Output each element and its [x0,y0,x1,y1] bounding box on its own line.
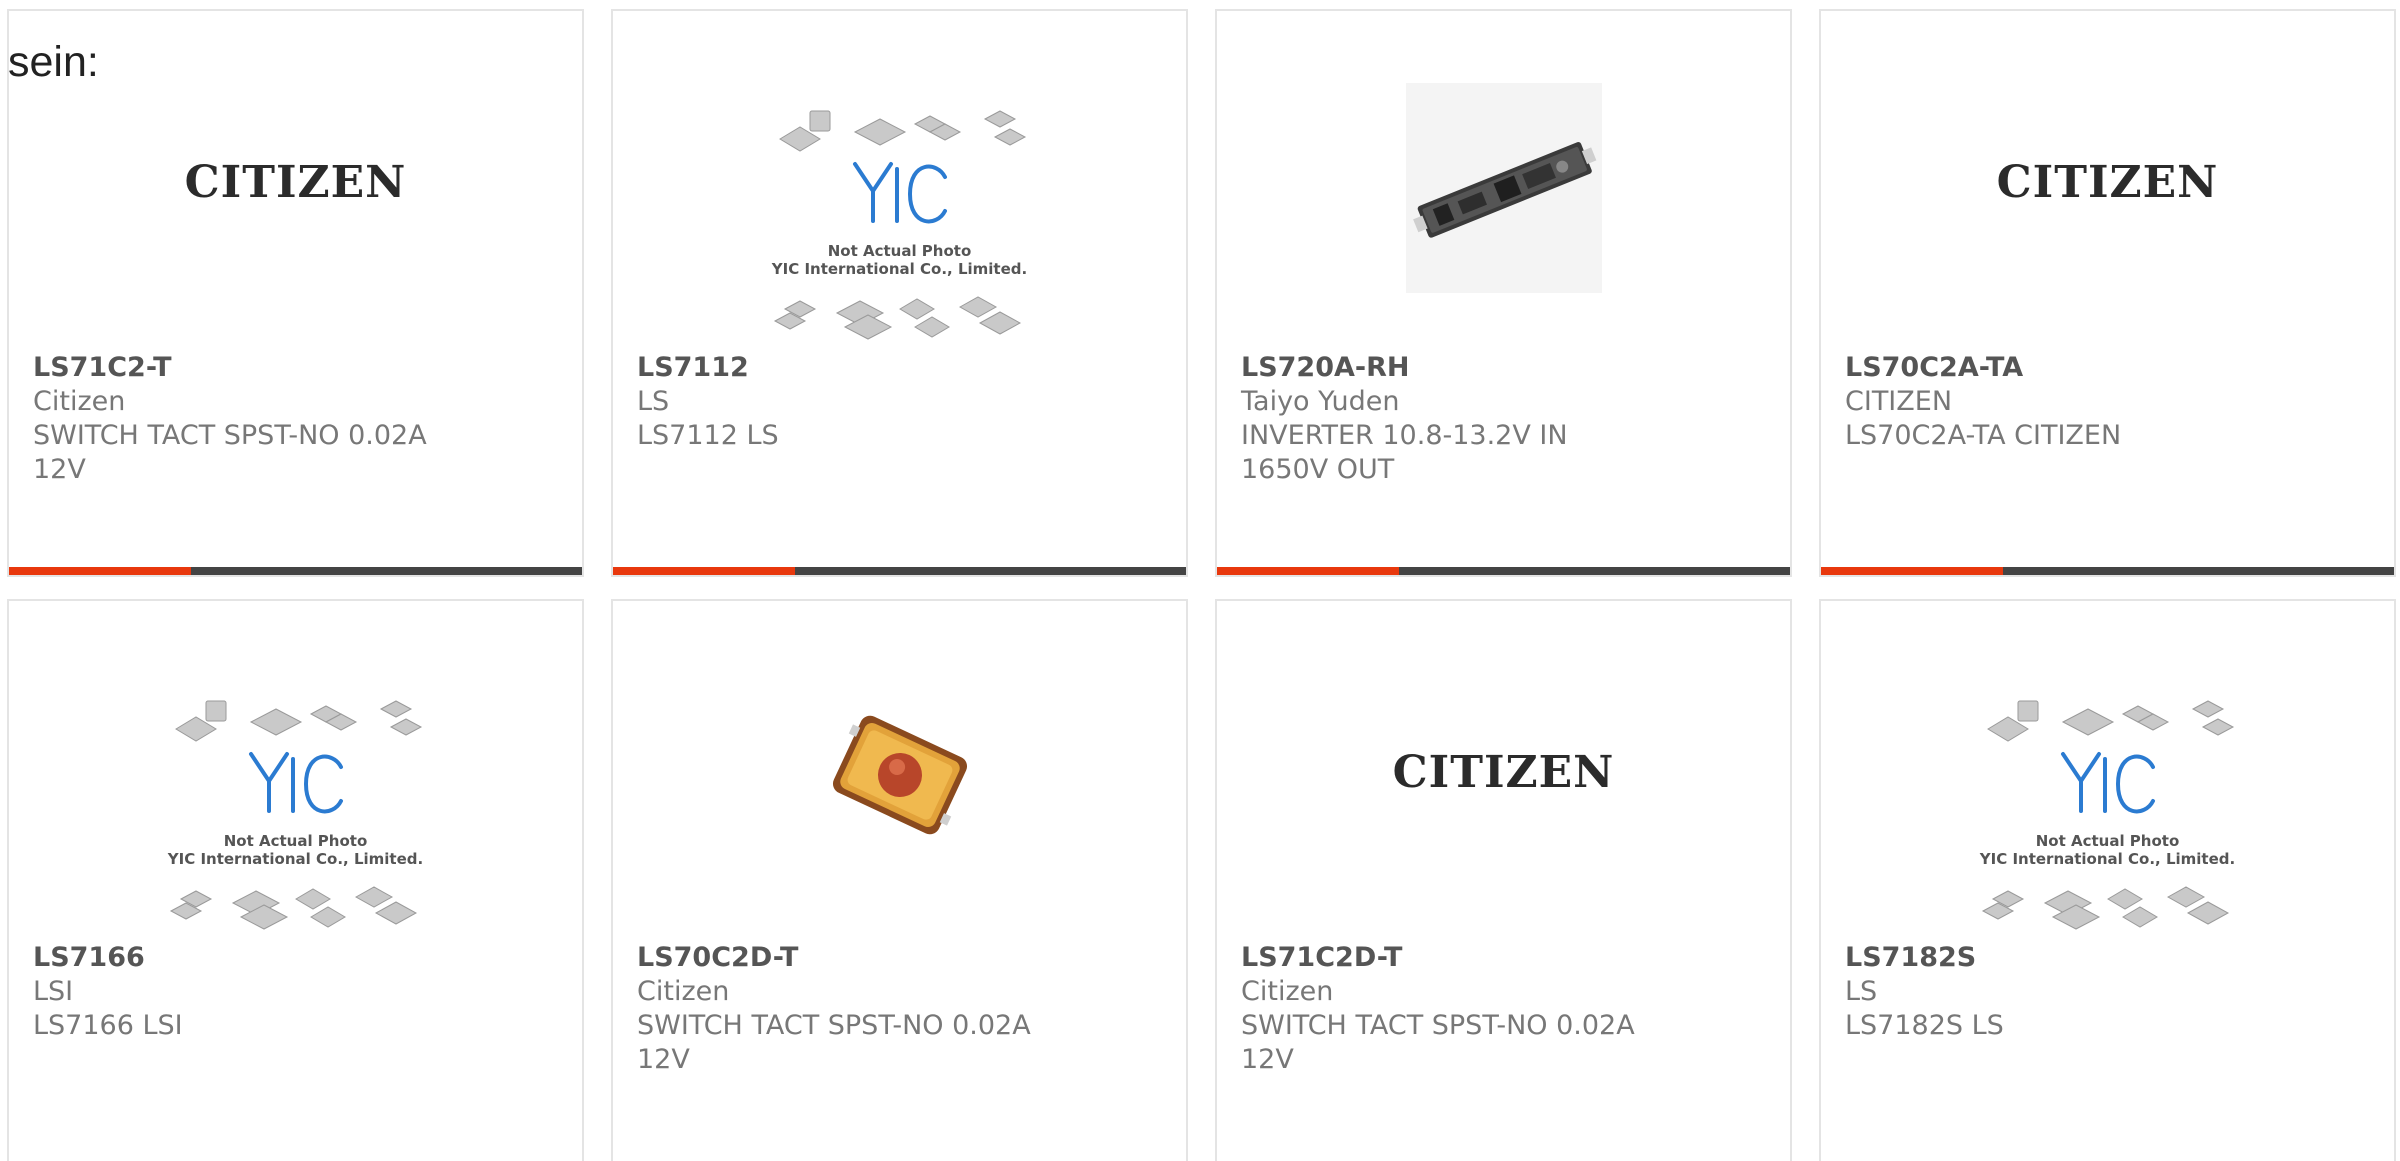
card-bar-accent [9,567,191,575]
yic-caption-line1: Not Actual Photo [2035,832,2180,850]
part-number[interactable]: LS70C2D-T [637,941,1162,975]
description: LS7166 LSI [33,1010,183,1041]
description: SWITCH TACT SPST-NO 0.02A 12V [33,420,427,485]
part-number[interactable]: LS7112 [637,351,1162,385]
product-info: LS71C2D-T Citizen SWITCH TACT SPST-NO 0.… [1241,941,1766,1077]
citizen-logo: CITIZEN [1996,157,2219,208]
chip-cluster-icon [169,700,422,930]
part-number[interactable]: LS71C2D-T [1241,941,1766,975]
tact-switch-photo [828,709,972,845]
product-image[interactable]: Not Actual Photo YIC International Co., … [1821,601,2394,941]
description: LS7182S LS [1845,1010,2004,1041]
part-number[interactable]: LS71C2-T [33,351,558,385]
part-number[interactable]: LS70C2A-TA [1845,351,2370,385]
description: INVERTER 10.8-13.2V IN 1650V OUT [1241,420,1568,485]
product-info: LS70C2A-TA CITIZEN LS70C2A-TA CITIZEN [1845,351,2370,453]
product-image[interactable] [613,601,1186,941]
part-number[interactable]: LS7182S [1845,941,2370,975]
yic-caption-line2: YIC International Co., Limited. [1979,850,2236,868]
product-info: LS720A-RH Taiyo Yuden INVERTER 10.8-13.2… [1241,351,1766,487]
manufacturer: Citizen [637,976,730,1007]
manufacturer: LSI [33,976,74,1007]
yic-placeholder-image: Not Actual Photo YIC International Co., … [161,689,431,939]
product-grid-page: sein: CITIZEN LS71C2-T Citizen SWITCH TA… [0,0,2400,1161]
product-image[interactable]: CITIZEN [1821,11,2394,351]
product-info: LS71C2-T Citizen SWITCH TACT SPST-NO 0.0… [33,351,558,487]
product-image[interactable]: Not Actual Photo YIC International Co., … [613,11,1186,351]
product-info: LS7112 LS LS7112 LS [637,351,1162,453]
chip-cluster-icon [1981,700,2234,930]
product-card[interactable]: Not Actual Photo YIC International Co., … [611,9,1188,577]
product-card[interactable]: CITIZEN LS70C2A-TA CITIZEN LS70C2A-TA CI… [1819,9,2396,577]
citizen-logo: CITIZEN [1392,747,1615,798]
product-card[interactable]: Not Actual Photo YIC International Co., … [1819,599,2396,1161]
card-bottom-bar [1821,567,2394,575]
manufacturer: LS [1845,976,1878,1007]
product-image[interactable]: Not Actual Photo YIC International Co., … [9,601,582,941]
part-number[interactable]: LS720A-RH [1241,351,1766,385]
yic-placeholder-image: Not Actual Photo YIC International Co., … [1973,689,2243,939]
card-bottom-bar [9,567,582,575]
tact-switch-icon [832,715,967,835]
inverter-board-photo [1405,83,1602,297]
product-card[interactable]: CITIZEN LS71C2D-T Citizen SWITCH TACT SP… [1215,599,1792,1161]
yic-caption-line2: YIC International Co., Limited. [167,850,424,868]
intro-text: sein: [8,38,99,86]
card-bar-accent [1217,567,1399,575]
chip-cluster-icon [773,110,1026,340]
citizen-logo: CITIZEN [184,157,407,208]
yic-caption: Not Actual Photo YIC International Co., … [765,242,1035,278]
part-number[interactable]: LS7166 [33,941,558,975]
description: LS70C2A-TA CITIZEN [1845,420,2122,451]
product-info: LS7166 LSI LS7166 LSI [33,941,558,1043]
yic-caption-line1: Not Actual Photo [827,242,972,260]
yic-caption: Not Actual Photo YIC International Co., … [1973,832,2243,868]
manufacturer: CITIZEN [1845,386,1953,417]
product-card[interactable]: CITIZEN LS71C2-T Citizen SWITCH TACT SPS… [7,9,584,577]
card-bottom-bar [1217,567,1790,575]
manufacturer: LS [637,386,670,417]
yic-caption-line2: YIC International Co., Limited. [771,260,1028,278]
yic-caption-line1: Not Actual Photo [223,832,368,850]
product-image[interactable] [1217,11,1790,351]
product-info: LS70C2D-T Citizen SWITCH TACT SPST-NO 0.… [637,941,1162,1077]
card-bar-accent [613,567,795,575]
yic-caption: Not Actual Photo YIC International Co., … [161,832,431,868]
yic-placeholder-image: Not Actual Photo YIC International Co., … [765,99,1035,349]
manufacturer: Taiyo Yuden [1241,386,1400,417]
product-card[interactable]: LS70C2D-T Citizen SWITCH TACT SPST-NO 0.… [611,599,1188,1161]
product-card[interactable]: LS720A-RH Taiyo Yuden INVERTER 10.8-13.2… [1215,9,1792,577]
product-card[interactable]: Not Actual Photo YIC International Co., … [7,599,584,1161]
manufacturer: Citizen [1241,976,1334,1007]
manufacturer: Citizen [33,386,126,417]
product-image[interactable]: CITIZEN [1217,601,1790,941]
description: SWITCH TACT SPST-NO 0.02A 12V [637,1010,1031,1075]
description: SWITCH TACT SPST-NO 0.02A 12V [1241,1010,1635,1075]
product-info: LS7182S LS LS7182S LS [1845,941,2370,1043]
card-bottom-bar [613,567,1186,575]
inverter-board-icon [1405,83,1602,293]
description: LS7112 LS [637,420,779,451]
card-bar-accent [1821,567,2003,575]
